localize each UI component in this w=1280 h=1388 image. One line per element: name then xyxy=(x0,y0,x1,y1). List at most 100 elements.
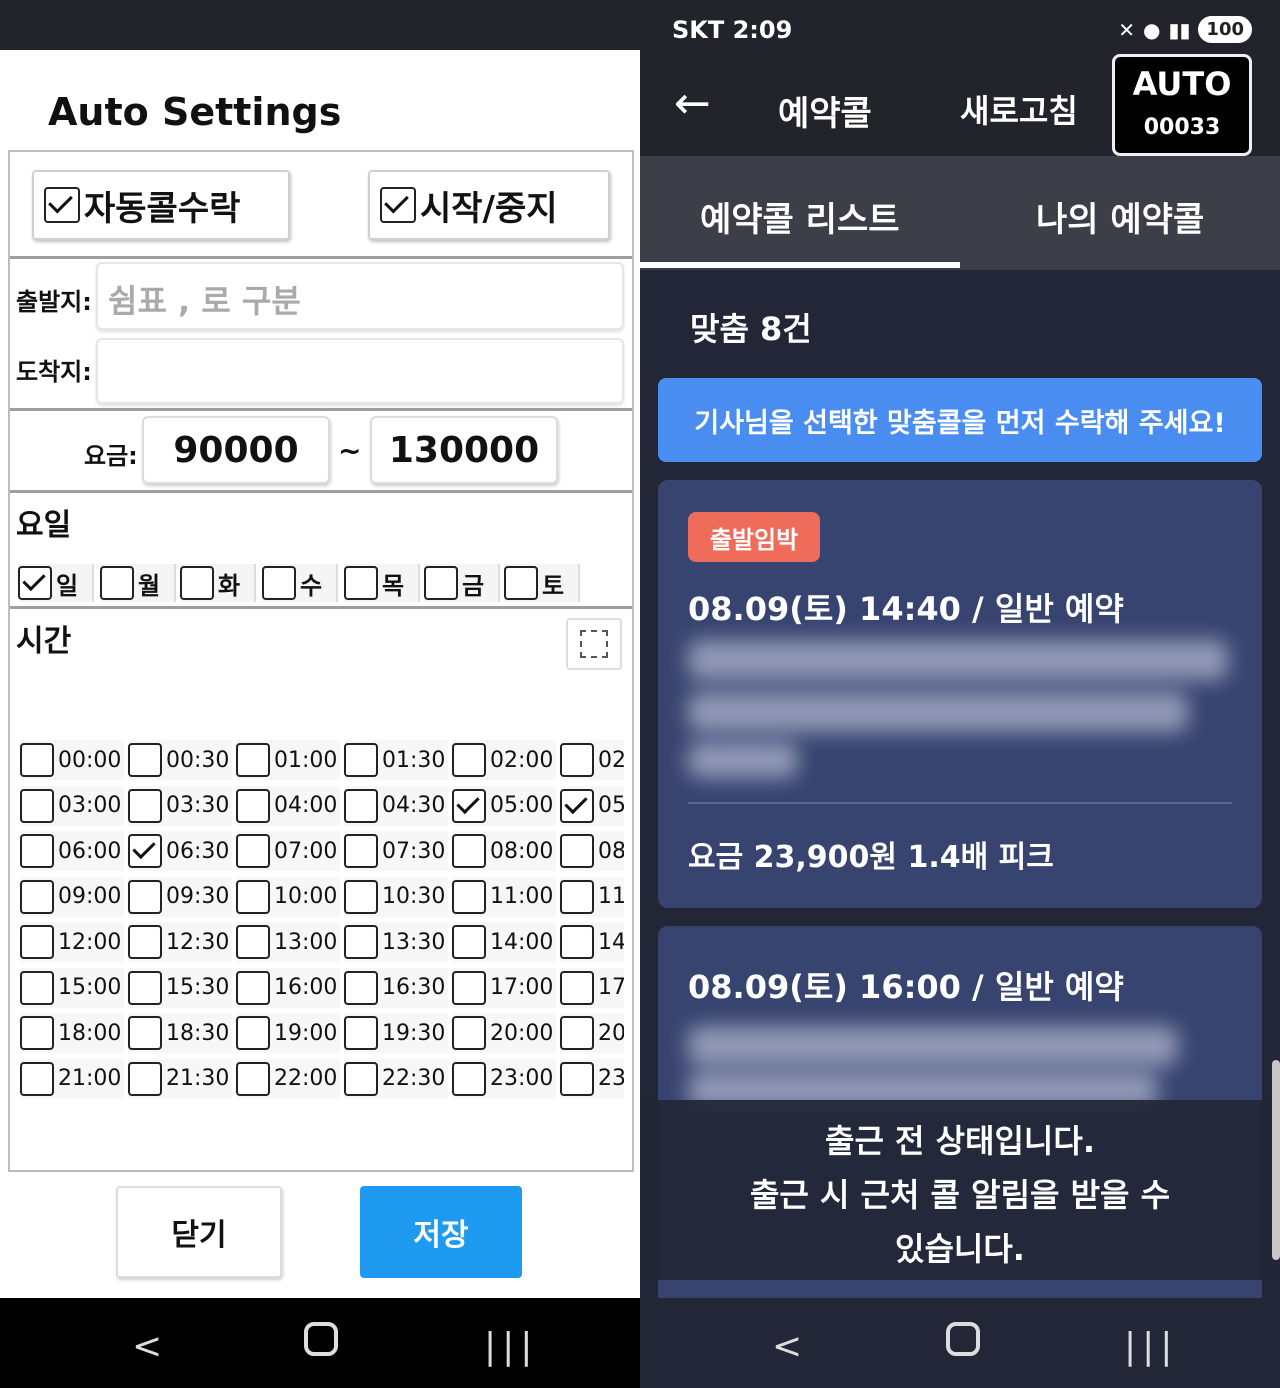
nav-back-icon[interactable]: < xyxy=(132,1326,162,1367)
time-slot[interactable]: 23:00 xyxy=(452,1058,556,1099)
time-slot-checkbox[interactable] xyxy=(20,1016,54,1050)
auto-accept-checkbox[interactable] xyxy=(44,187,80,223)
time-slot-checkbox[interactable] xyxy=(20,879,54,914)
destination-input[interactable] xyxy=(96,338,624,404)
time-slot[interactable]: 01:00 xyxy=(236,740,340,780)
nav-recents-icon[interactable]: ||| xyxy=(484,1326,538,1367)
time-slot[interactable]: 11 xyxy=(560,876,624,917)
time-slot[interactable]: 22:00 xyxy=(236,1058,340,1099)
time-slot-checkbox[interactable] xyxy=(560,879,594,914)
time-slot-checkbox[interactable] xyxy=(560,1061,594,1096)
time-slot[interactable]: 19:00 xyxy=(236,1013,340,1053)
time-slot-checkbox[interactable] xyxy=(128,925,162,959)
time-slot-checkbox[interactable] xyxy=(452,834,486,868)
time-slot-checkbox[interactable] xyxy=(560,788,594,823)
time-slot-checkbox[interactable] xyxy=(452,879,486,914)
start-stop-toggle[interactable]: 시작/중지 xyxy=(368,170,610,240)
start-stop-checkbox[interactable] xyxy=(380,187,416,223)
time-slot-checkbox[interactable] xyxy=(344,970,378,1005)
back-arrow-icon[interactable]: ← xyxy=(674,78,711,129)
scrollbar[interactable] xyxy=(1272,1060,1280,1260)
time-slot[interactable]: 05:00 xyxy=(452,785,556,826)
weekday-option[interactable]: 일 xyxy=(18,564,94,602)
time-slot-checkbox[interactable] xyxy=(128,788,162,823)
time-slot[interactable]: 10:00 xyxy=(236,876,340,917)
time-slot-checkbox[interactable] xyxy=(344,879,378,914)
time-slot[interactable]: 20 xyxy=(560,1013,624,1053)
time-slot[interactable]: 13:30 xyxy=(344,922,448,962)
time-slot[interactable]: 10:30 xyxy=(344,876,448,917)
time-slot[interactable]: 06:30 xyxy=(128,831,232,871)
nav-home-icon[interactable] xyxy=(946,1322,980,1356)
time-slot[interactable]: 00:30 xyxy=(128,740,232,780)
time-slot-checkbox[interactable] xyxy=(344,1061,378,1096)
time-slot-checkbox[interactable] xyxy=(128,1016,162,1050)
time-slot-checkbox[interactable] xyxy=(128,970,162,1005)
time-slot-checkbox[interactable] xyxy=(344,1016,378,1050)
time-slot[interactable]: 19:30 xyxy=(344,1013,448,1053)
auto-accept-toggle[interactable]: 자동콜수락 xyxy=(32,170,290,240)
time-slot-checkbox[interactable] xyxy=(20,970,54,1005)
time-slot[interactable]: 21:30 xyxy=(128,1058,232,1099)
time-slot[interactable]: 15:00 xyxy=(20,967,124,1008)
weekday-option[interactable]: 목 xyxy=(344,564,420,602)
time-slot-checkbox[interactable] xyxy=(344,834,378,868)
time-slot-checkbox[interactable] xyxy=(236,1016,270,1050)
time-slot-checkbox[interactable] xyxy=(560,970,594,1005)
time-slot[interactable]: 03:30 xyxy=(128,785,232,826)
weekday-checkbox[interactable] xyxy=(100,566,134,600)
time-slot-checkbox[interactable] xyxy=(452,743,486,777)
time-slot[interactable]: 07:30 xyxy=(344,831,448,871)
time-slot[interactable]: 03:00 xyxy=(20,785,124,826)
weekday-checkbox[interactable] xyxy=(180,566,214,600)
time-slot-checkbox[interactable] xyxy=(452,925,486,959)
time-slot-checkbox[interactable] xyxy=(20,925,54,959)
select-all-icon[interactable] xyxy=(566,618,622,670)
time-slot-checkbox[interactable] xyxy=(452,788,486,823)
time-slot[interactable]: 11:00 xyxy=(452,876,556,917)
time-slot-checkbox[interactable] xyxy=(128,879,162,914)
nav-back-icon[interactable]: < xyxy=(772,1326,802,1367)
time-slot[interactable]: 20:00 xyxy=(452,1013,556,1053)
weekday-option[interactable]: 토 xyxy=(504,564,580,602)
nav-home-icon[interactable] xyxy=(304,1322,338,1356)
time-slot-checkbox[interactable] xyxy=(344,788,378,823)
time-slot-checkbox[interactable] xyxy=(236,879,270,914)
time-slot-checkbox[interactable] xyxy=(128,1061,162,1096)
time-slot-checkbox[interactable] xyxy=(236,925,270,959)
time-slot-checkbox[interactable] xyxy=(236,743,270,777)
time-slot[interactable]: 15:30 xyxy=(128,967,232,1008)
time-slot[interactable]: 01:30 xyxy=(344,740,448,780)
time-slot[interactable]: 21:00 xyxy=(20,1058,124,1099)
time-slot[interactable]: 16:00 xyxy=(236,967,340,1008)
time-slot-checkbox[interactable] xyxy=(20,834,54,868)
weekday-checkbox[interactable] xyxy=(424,566,458,600)
time-slot-checkbox[interactable] xyxy=(560,743,594,777)
time-slot[interactable]: 08 xyxy=(560,831,624,871)
time-slot[interactable]: 16:30 xyxy=(344,967,448,1008)
time-slot[interactable]: 13:00 xyxy=(236,922,340,962)
time-slot[interactable]: 02:00 xyxy=(452,740,556,780)
time-slot-checkbox[interactable] xyxy=(128,834,162,868)
tab-my-reservations[interactable]: 나의 예약콜 xyxy=(1036,192,1204,241)
time-slot[interactable]: 00:00 xyxy=(20,740,124,780)
time-slot[interactable]: 17:00 xyxy=(452,967,556,1008)
weekday-option[interactable]: 금 xyxy=(424,564,500,602)
time-slot[interactable]: 14:00 xyxy=(452,922,556,962)
time-slot[interactable]: 04:30 xyxy=(344,785,448,826)
time-slot[interactable]: 02 xyxy=(560,740,624,780)
weekday-checkbox[interactable] xyxy=(344,566,378,600)
save-button[interactable]: 저장 xyxy=(360,1186,522,1278)
weekday-option[interactable]: 수 xyxy=(262,564,338,602)
time-slot-checkbox[interactable] xyxy=(560,1016,594,1050)
nav-recents-icon[interactable]: ||| xyxy=(1124,1326,1178,1367)
origin-input[interactable]: 쉼표 , 로 구분 xyxy=(96,262,624,330)
time-slot[interactable]: 23 xyxy=(560,1058,624,1099)
time-slot-checkbox[interactable] xyxy=(344,743,378,777)
time-slot[interactable]: 18:30 xyxy=(128,1013,232,1053)
weekday-checkbox[interactable] xyxy=(262,566,296,600)
time-slot[interactable]: 18:00 xyxy=(20,1013,124,1053)
weekday-option[interactable]: 월 xyxy=(100,564,176,602)
time-slot-checkbox[interactable] xyxy=(236,1061,270,1096)
time-slot[interactable]: 12:00 xyxy=(20,922,124,962)
